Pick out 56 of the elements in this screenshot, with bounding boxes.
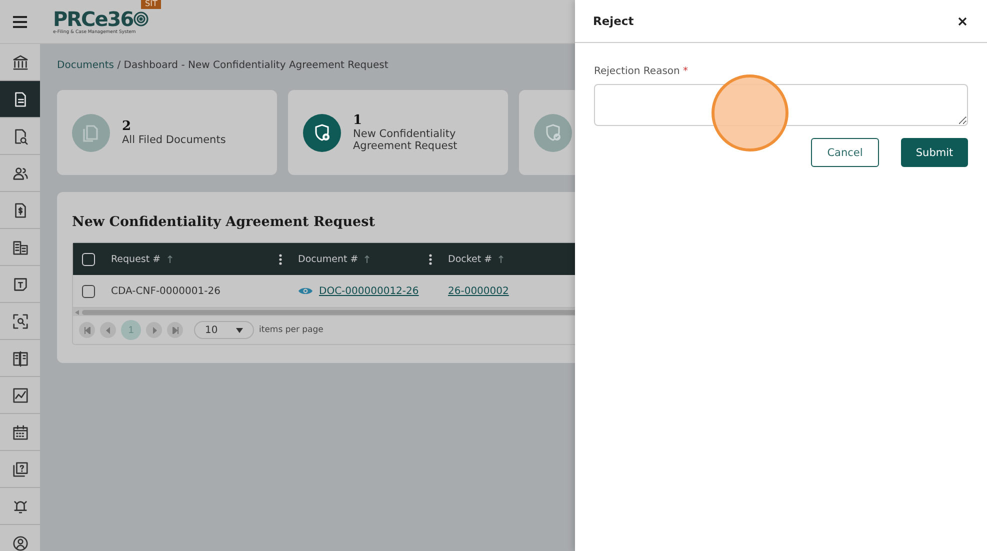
logo-text: PRCe36 [53,8,134,30]
bank-icon [12,54,28,70]
select-all-checkbox[interactable] [82,252,94,266]
items-per-page-label: items per page [259,325,324,335]
help-icon [12,460,28,478]
eye-icon [298,286,313,296]
column-header[interactable]: Request # [111,254,161,264]
table-cell: CDA-CNF-0000001-26 [111,286,220,296]
card-count: 2 [122,119,132,134]
card-label: All Filed Documents [122,134,226,146]
sort-arrow-icon [166,255,173,263]
building-icon [12,238,28,256]
page-size-select[interactable]: 10 [194,321,254,339]
dropdown-caret-icon [236,328,243,332]
card-label: New Confidentiality Agreement Request [353,128,458,152]
user-icon [12,534,28,551]
table-link[interactable]: DOC-000000012-26 [319,286,419,296]
required-mark: * [683,66,688,77]
book-icon [12,350,28,366]
breadcrumb-link[interactable]: Documents [57,60,114,71]
scan-icon [12,312,28,330]
table-link[interactable]: 26-0000002 [448,286,509,296]
stat-card[interactable]: 1 New Confidentiality Agreement Request [288,90,508,175]
scroll-left-icon [75,310,79,314]
stat-card[interactable]: 2 All Filed Documents [57,90,277,175]
column-header[interactable]: Docket # [448,254,492,264]
drawer-title: Reject [593,14,634,28]
logo-ring-icon [133,10,150,26]
breadcrumb-text: / Dashboard - New Confidentiality Agreement Request [116,60,388,71]
cancel-button[interactable]: Cancel [811,138,879,167]
sidebar-item[interactable] [0,81,40,118]
page-size-value: 10 [205,324,218,336]
first-page-icon [84,326,90,334]
next-page-icon [150,326,158,334]
row-checkbox[interactable] [82,284,94,298]
people-icon [12,164,28,182]
sort-arrow-icon [364,255,370,263]
submit-button[interactable]: Submit [901,138,968,167]
column-menu-icon [429,254,432,264]
last-page-icon [172,326,178,334]
next-page-button[interactable] [146,322,162,338]
panel-title: New Confidentiality Agreement Request [72,214,376,230]
column-menu-icon [279,254,282,264]
close-icon [958,16,967,26]
menu-icon [13,16,27,28]
calendar-icon [12,424,28,440]
first-page-button[interactable] [79,322,95,338]
prev-page-button[interactable] [100,322,116,338]
field-label: Rejection Reason * [594,66,690,77]
column-header[interactable]: Document # [298,254,358,264]
chart-icon [12,386,28,404]
note-icon [12,276,28,292]
prev-page-icon [104,326,112,334]
card-count: 1 [353,113,364,128]
last-page-button[interactable] [167,322,183,338]
sort-arrow-icon [498,255,504,263]
